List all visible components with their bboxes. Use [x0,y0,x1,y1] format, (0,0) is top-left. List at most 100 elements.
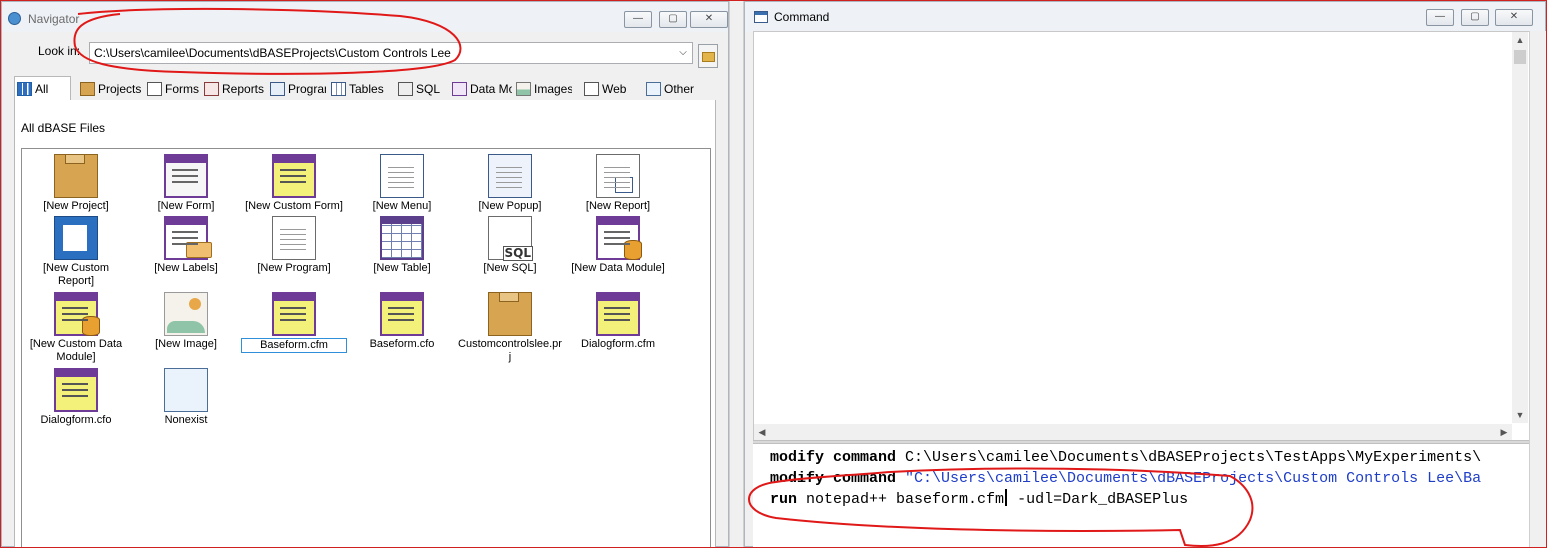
file-item[interactable]: [New Data Module] [564,216,672,275]
file-label: Baseform.cfo [369,338,435,350]
file-item[interactable]: [New Custom Data Module] [22,292,130,364]
file-item[interactable]: Baseform.cfo [348,292,456,351]
file-label: [New Popup] [478,200,542,212]
tab-data-modules[interactable]: Data Modules [450,79,512,99]
file-item[interactable]: [New Menu] [348,154,456,213]
all-files-icon [17,82,32,96]
file-icon-view[interactable]: [New Project] [New Form] [New Custom For… [21,148,711,548]
form-icon [164,154,208,198]
command-input-pane[interactable]: modify command C:\Users\camilee\Document… [753,444,1530,548]
file-label: Dialogform.cfm [581,338,655,350]
string-argument: "C:\Users\camilee\Documents\dBASEProject… [896,470,1482,487]
file-label: Dialogform.cfo [40,414,112,426]
tab-tables[interactable]: Tables [329,79,385,99]
file-item[interactable]: [New Custom Form] [240,154,348,213]
reports-icon [204,82,219,96]
command-results-pane[interactable] [753,31,1530,441]
tab-sql[interactable]: SQL [396,79,444,99]
scroll-thumb[interactable] [1514,50,1526,64]
file-item[interactable]: [New Popup] [456,154,564,213]
file-label: [New Custom Report] [42,262,110,287]
tab-web[interactable]: Web [582,79,632,99]
file-item[interactable]: [New Table] [348,216,456,275]
file-label: [New Labels] [154,262,218,274]
file-label: [New Custom Form] [245,200,343,212]
command-argument: C:\Users\camilee\Documents\dBASEProjects… [896,449,1482,466]
file-item-selected[interactable]: Baseform.cfm [240,292,348,353]
file-item[interactable]: Dialogform.cfo [22,368,130,427]
table-icon [380,216,424,260]
image-icon [164,292,208,336]
tab-programs[interactable]: Programs [268,79,326,99]
scroll-right-arrow-icon[interactable]: ▶ [1496,424,1512,440]
file-label: [New SQL] [483,262,537,274]
tab-forms[interactable]: Forms [145,79,200,99]
tab-images[interactable]: Images [514,79,572,99]
tab-label: Web [602,82,627,96]
file-item[interactable]: [New Image] [132,292,240,351]
custom-form-icon [54,368,98,412]
file-item[interactable]: Nonexist [132,368,240,427]
command-window-icon [754,11,768,23]
window-right-edge [1529,31,1546,548]
chevron-down-icon[interactable]: ⌵ [674,43,692,63]
file-label: [New Menu] [372,200,432,212]
command-line-2[interactable]: modify command "C:\Users\camilee\Documen… [770,468,1481,489]
command-argument: notepad++ baseform.cfm [797,491,1005,508]
look-in-combobox[interactable]: C:\Users\camilee\Documents\dBASEProjects… [89,42,693,64]
navigator-title: Navigator [28,12,80,26]
file-label: Baseform.cfm [241,338,347,353]
file-label: [New Custom Data Module] [29,338,123,363]
close-button[interactable]: ✕ [1495,9,1533,26]
popup-icon [488,154,532,198]
tab-reports[interactable]: Reports [202,79,266,99]
close-button[interactable]: ✕ [690,11,728,28]
menu-icon [380,154,424,198]
minimize-button[interactable]: — [1426,9,1454,26]
file-item[interactable]: [New Labels] [132,216,240,275]
custom-form-icon [596,292,640,336]
tab-label: SQL [416,82,441,96]
tab-label: Images [534,82,572,96]
text-cursor [1005,489,1008,506]
tab-label: Other [664,82,695,96]
tab-other[interactable]: Other [644,79,702,99]
file-label: Customcontrolslee.prj [458,338,562,363]
window-gap [729,0,744,548]
file-item[interactable]: [New Custom Report] [22,216,130,288]
file-item[interactable]: [New Program] [240,216,348,275]
custom-report-icon [54,216,98,260]
command-line-3[interactable]: run notepad++ baseform.cfm -udl=Dark_dBA… [770,489,1188,510]
forms-icon [147,82,162,96]
maximize-button[interactable]: ▢ [659,11,687,28]
tab-all[interactable]: All [14,76,71,101]
results-horizontal-scrollbar[interactable]: ◀ ▶ [754,424,1512,440]
scroll-down-arrow-icon[interactable]: ▼ [1512,407,1528,423]
browse-folder-button[interactable] [698,44,718,68]
custom-form-icon [272,154,316,198]
file-label: Nonexist [164,414,208,426]
command-line-1[interactable]: modify command C:\Users\camilee\Document… [770,447,1481,468]
file-item[interactable]: Dialogform.cfm [564,292,672,351]
custom-form-icon [272,292,316,336]
command-titlebar[interactable]: Command — ▢ ✕ [745,2,1545,32]
file-item[interactable]: [New Form] [132,154,240,213]
data-module-icon [596,216,642,260]
data-modules-icon [452,82,467,96]
results-vertical-scrollbar[interactable]: ▲ ▼ [1512,32,1528,423]
file-item[interactable]: Customcontrolslee.prj [456,292,564,364]
file-item[interactable]: SQL [New SQL] [456,216,564,275]
maximize-button[interactable]: ▢ [1461,9,1489,26]
file-label: [New Form] [157,200,215,212]
file-item[interactable]: [New Report] [564,154,672,213]
tab-label: Tables [349,82,384,96]
file-item[interactable]: [New Project] [22,154,130,213]
scroll-left-arrow-icon[interactable]: ◀ [754,424,770,440]
web-icon [584,82,599,96]
tab-projects[interactable]: Projects [78,79,142,99]
custom-form-icon [380,292,424,336]
navigator-titlebar[interactable]: Navigator — ▢ ✕ [2,2,728,32]
scroll-up-arrow-icon[interactable]: ▲ [1512,32,1528,48]
minimize-button[interactable]: — [624,11,652,28]
navigator-window: Navigator — ▢ ✕ Look in: C:\Users\camile… [1,1,729,548]
